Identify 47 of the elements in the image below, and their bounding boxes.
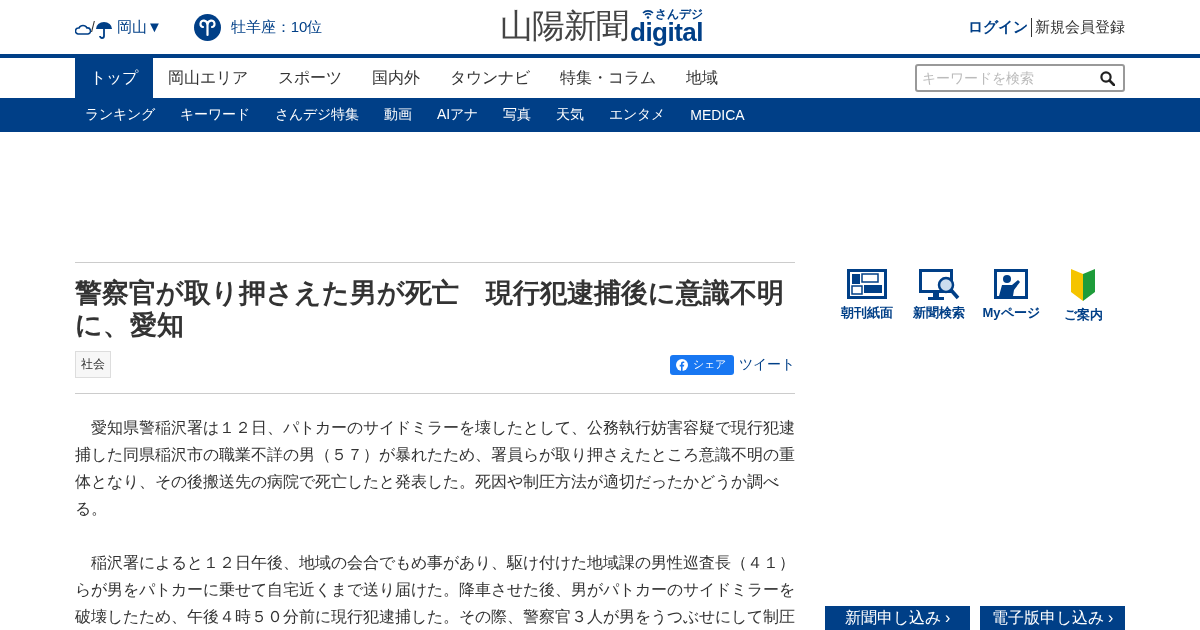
subnav-link[interactable]: 写真 xyxy=(493,106,542,124)
tweet-link[interactable]: ツイート xyxy=(739,355,795,374)
nav-tab[interactable]: 国内外 xyxy=(357,58,435,98)
article-paragraph: 愛知県警稲沢署は１２日、パトカーのサイドミラーを壊したとして、公務執行妨害容疑で現行犯逮捕した同県稲沢市の職業不詳の男（５７）が暴れたため、署員らが取り押さえたところ意識不明の重体となり、その後搬送先の病院で死亡したと発表した。死因や制圧方法が適切だったかどうか調べる。 xyxy=(75,418,795,519)
share-button[interactable]: シェア xyxy=(670,354,734,375)
subnav-link[interactable]: キーワード xyxy=(170,106,260,124)
nav-tab[interactable]: 特集・コラム xyxy=(545,58,671,98)
nav-tab[interactable]: 地域 xyxy=(671,58,733,98)
monitor-search-icon xyxy=(918,268,960,300)
horoscope-ranking: 牡羊座：10位 xyxy=(230,17,323,37)
subscribe-button[interactable]: 新聞申し込み › xyxy=(825,606,970,630)
logo-title: 山陽新聞 xyxy=(500,8,628,44)
aries-icon xyxy=(193,13,221,41)
sidebar-link[interactable]: Myページ xyxy=(982,304,1040,322)
weather-separator: / xyxy=(91,19,95,35)
search-icon[interactable] xyxy=(1100,71,1115,86)
facebook-icon xyxy=(676,358,688,371)
subscribe-button[interactable]: 電子版申し込み › xyxy=(980,606,1125,630)
subnav-link[interactable]: エンタメ xyxy=(599,106,676,124)
subnav-link[interactable]: ランキング xyxy=(75,106,165,124)
person-board-icon xyxy=(993,268,1029,300)
beginner-mark-icon xyxy=(1070,268,1096,302)
region-selector[interactable]: 岡山▼ xyxy=(116,17,162,37)
nav-tab[interactable]: トップ xyxy=(75,58,153,98)
subnav-link[interactable]: さんデジ特集 xyxy=(265,106,369,124)
subnav-link[interactable]: 動画 xyxy=(374,106,422,124)
newspaper-icon xyxy=(846,268,888,300)
register-link[interactable]: 新規会員登録 xyxy=(1032,17,1125,37)
article-paragraph: 稲沢署によると１２日午後、地域の会合でもめ事があり、駆け付けた地域課の男性巡査長（４１）らが男をパトカーに乗せて自宅近くまで送り届けた。降車させた後、男がパトカーのサイドミラーを破壊したため、午後４時５０分前に現行犯逮捕した。その際、警察官３人が男をうつぶせにして制圧 xyxy=(75,553,795,627)
logo-brand: digital xyxy=(630,20,704,44)
search-field[interactable]: キーワードを検索 xyxy=(915,64,1125,92)
umbrella-icon xyxy=(94,21,113,39)
subnav-link[interactable]: 天気 xyxy=(546,106,595,124)
sidebar-link[interactable]: 新聞検索 xyxy=(913,304,965,322)
sidebar-link[interactable]: ご案内 xyxy=(1063,306,1103,324)
wifi-icon xyxy=(642,9,655,19)
subnav-link[interactable]: AIアナ xyxy=(427,106,489,124)
logo-subtitle: さんデジ xyxy=(642,8,704,20)
nav-tab[interactable]: スポーツ xyxy=(263,58,357,98)
subnav-link[interactable]: MEDICA xyxy=(680,107,755,123)
sidebar-link[interactable]: 朝刊紙面 xyxy=(841,304,893,322)
cloud-icon xyxy=(75,23,91,35)
login-link[interactable]: ログイン xyxy=(968,17,1032,37)
nav-tab[interactable]: 岡山エリア xyxy=(153,58,263,98)
nav-tab[interactable]: タウンナビ xyxy=(435,58,545,98)
article-title: 警察官が取り押さえた男が死亡 現行犯逮捕後に意識不明に、愛知 xyxy=(75,277,785,341)
category-tag[interactable]: 社会 xyxy=(75,351,111,378)
